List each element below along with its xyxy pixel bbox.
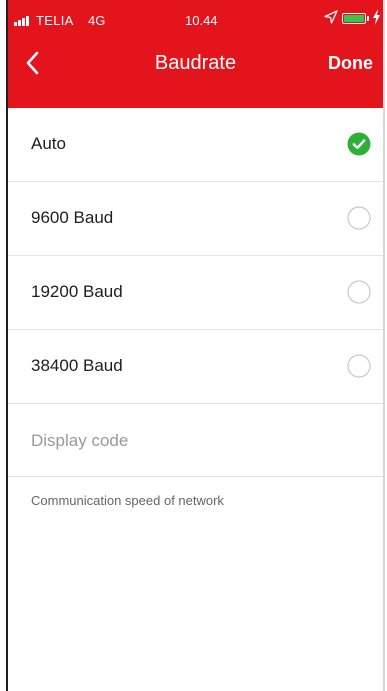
- option-label: 9600 Baud: [31, 208, 114, 227]
- status-bar: TELIA 4G 10.44: [8, 0, 383, 38]
- battery-tip: [367, 16, 369, 21]
- option-label: Auto: [31, 134, 66, 153]
- charging-bolt-icon: [373, 9, 380, 25]
- option-38400-baud[interactable]: 38400 Baud: [8, 330, 383, 404]
- display-code-row: Display code: [8, 404, 383, 477]
- carrier-name: TELIA: [36, 13, 74, 28]
- screen-frame-right: [383, 0, 385, 691]
- radio-unselected-icon: [347, 206, 371, 230]
- setting-description: Communication speed of network: [31, 493, 224, 508]
- option-19200-baud[interactable]: 19200 Baud: [8, 256, 383, 330]
- option-9600-baud[interactable]: 9600 Baud: [8, 182, 383, 256]
- radio-unselected-icon: [347, 280, 371, 304]
- option-auto[interactable]: Auto: [8, 108, 383, 182]
- done-button[interactable]: Done: [328, 53, 373, 74]
- nav-bar: Baudrate Done: [8, 38, 383, 98]
- baudrate-options-list: Auto 9600 Baud 19200 Baud 38400 Baud Dis…: [8, 108, 383, 477]
- checkmark-circle-icon: [347, 132, 371, 156]
- header: TELIA 4G 10.44 Baudrate Done: [8, 0, 383, 108]
- signal-bars-icon: [14, 16, 29, 26]
- location-arrow-icon: [324, 10, 338, 24]
- battery-level: [344, 15, 364, 22]
- option-label: 38400 Baud: [31, 356, 123, 375]
- network-type: 4G: [88, 13, 106, 28]
- page-title: Baudrate: [154, 52, 237, 74]
- radio-unselected-icon: [347, 354, 371, 378]
- display-code-label: Display code: [31, 431, 129, 450]
- option-label: 19200 Baud: [31, 282, 123, 301]
- status-time: 10.44: [185, 13, 218, 28]
- battery-icon: [342, 13, 366, 24]
